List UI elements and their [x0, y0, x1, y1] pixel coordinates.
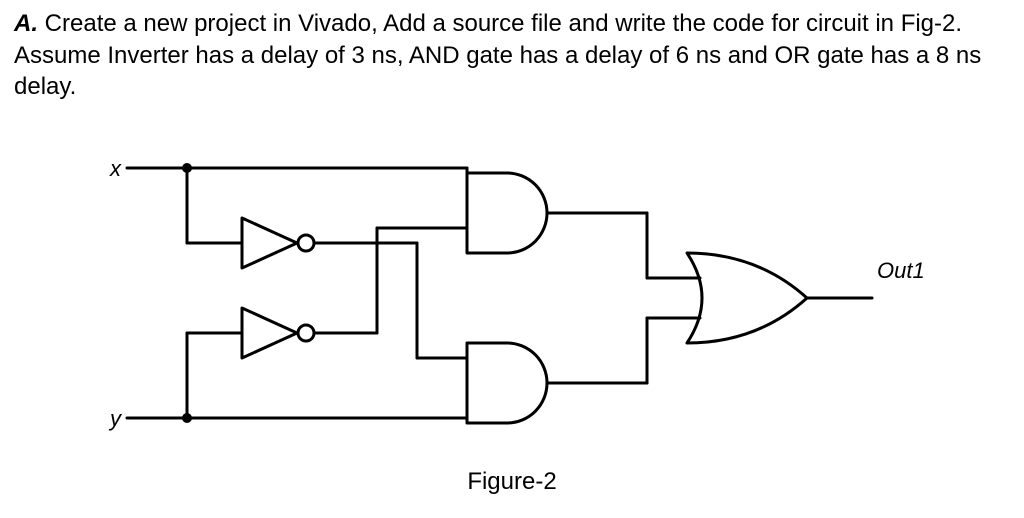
circuit-svg: x y Out1 [72, 128, 952, 458]
figure-caption: Figure-2 [14, 468, 1010, 496]
and-delay: 6 ns [676, 42, 721, 69]
label-input-y: y [108, 406, 123, 431]
or-delay: 8 ns [936, 42, 981, 69]
label-input-x: x [109, 156, 122, 181]
inverter-1-bubble-icon [298, 235, 314, 251]
question-label: A. [14, 10, 38, 37]
and-gate-1-icon [467, 173, 547, 253]
and-gate-2-icon [467, 343, 547, 423]
inverter-2-icon [242, 308, 297, 358]
question-text-3: and OR gate has a [721, 42, 936, 69]
inverter-2-bubble-icon [298, 325, 314, 341]
question-text-2: , AND gate has a delay of [397, 42, 676, 69]
inverter-delay: 3 ns [352, 42, 397, 69]
or-gate-icon [687, 253, 807, 343]
page-root: A. Create a new project in Vivado, Add a… [0, 0, 1024, 504]
question-text-4: delay. [14, 73, 76, 100]
label-output-1: Out1 [877, 258, 925, 283]
circuit-diagram: x y Out1 [14, 128, 1010, 458]
inverter-1-icon [242, 218, 297, 268]
question-paragraph: A. Create a new project in Vivado, Add a… [14, 8, 1010, 103]
